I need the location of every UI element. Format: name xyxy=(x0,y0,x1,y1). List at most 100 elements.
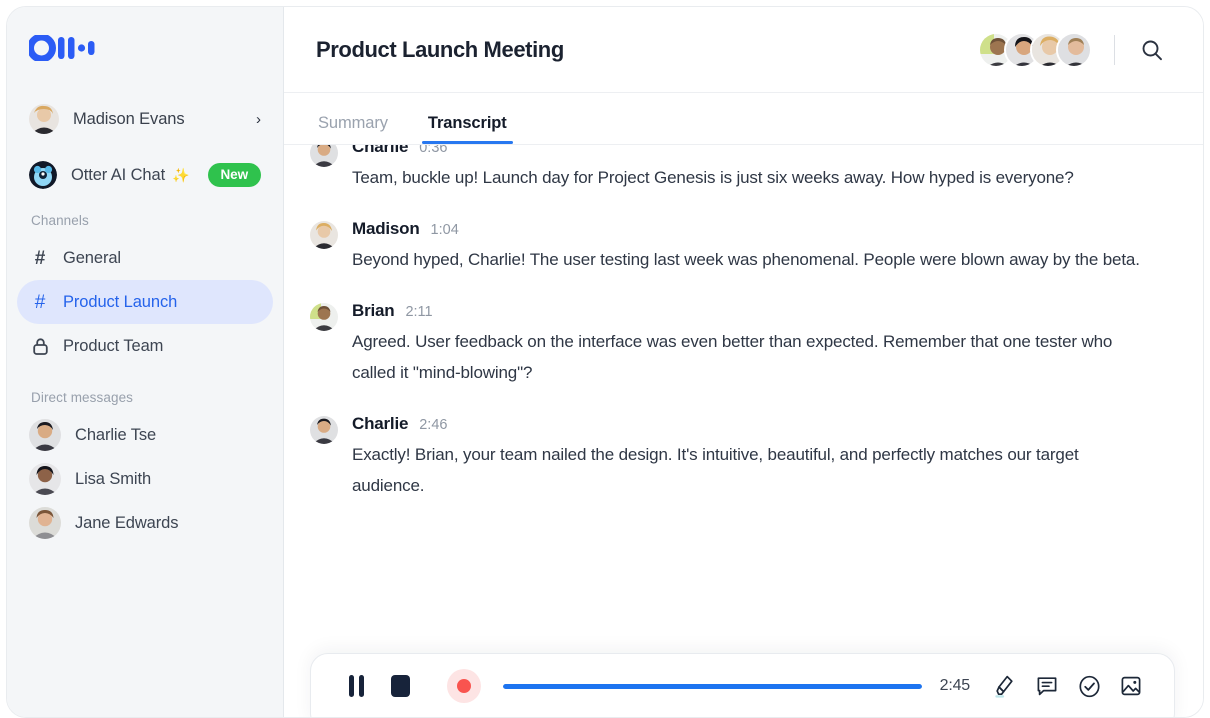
sidebar: Madison Evans › Otter AI Chat ✨ New Chan… xyxy=(7,7,284,717)
transcript-entry-head: Brian 2:11 xyxy=(352,301,1163,321)
sidebar-dm-lisa-smith[interactable]: Lisa Smith xyxy=(17,457,273,501)
app-window: Madison Evans › Otter AI Chat ✨ New Chan… xyxy=(6,6,1204,718)
check-circle-glyph xyxy=(1078,675,1100,697)
elapsed-time: 2:45 xyxy=(939,677,971,694)
avatar xyxy=(310,416,338,444)
transcript-entry-body: Charlie 2:46 Exactly! Brian, your team n… xyxy=(352,414,1163,501)
timestamp[interactable]: 0:36 xyxy=(419,145,447,156)
direct-messages-section-title: Direct messages xyxy=(31,390,134,405)
avatar-image xyxy=(310,416,338,444)
image-icon[interactable] xyxy=(1110,667,1152,705)
transcript-entry[interactable]: Charlie 0:36 Team, buckle up! Launch day… xyxy=(310,145,1163,193)
transcript-text: Agreed. User feedback on the interface w… xyxy=(352,332,1113,382)
speaker-name: Madison xyxy=(352,219,420,238)
highlight-glyph xyxy=(995,675,1013,698)
pause-button[interactable] xyxy=(341,671,371,701)
sidebar-item-product-team[interactable]: Product Team xyxy=(17,324,273,368)
speaker-name: Brian xyxy=(352,301,395,320)
pause-bar-right xyxy=(358,675,364,697)
sidebar-item-product-launch[interactable]: # Product Launch xyxy=(17,280,273,324)
sidebar-user-name: Madison Evans xyxy=(73,109,185,128)
timestamp[interactable]: 2:11 xyxy=(405,304,432,320)
header-divider xyxy=(1114,34,1115,65)
avatar-image xyxy=(29,463,61,495)
speaker-name: Charlie xyxy=(352,145,409,156)
sidebar-item-general[interactable]: # General xyxy=(17,236,273,280)
record-dot-icon xyxy=(457,679,471,693)
transcript-text: Team, buckle up! Launch day for Project … xyxy=(352,168,1074,187)
avatar xyxy=(29,104,59,134)
sidebar-dm-charlie-tse[interactable]: Charlie Tse xyxy=(17,413,273,457)
comment-glyph xyxy=(1037,677,1057,696)
sidebar-item-label: Product Launch xyxy=(63,292,178,311)
avatar xyxy=(1056,31,1092,68)
top-bar-right xyxy=(978,31,1169,68)
otter-ai-avatar xyxy=(29,161,57,189)
avatar xyxy=(29,507,61,539)
avatar-image xyxy=(310,221,338,249)
sidebar-dm-label: Jane Edwards xyxy=(75,513,179,532)
speaker-name: Charlie xyxy=(352,414,409,433)
transcript-entry[interactable]: Madison 1:04 Beyond hyped, Charlie! The … xyxy=(310,219,1163,275)
transcript-entry[interactable]: Charlie 2:46 Exactly! Brian, your team n… xyxy=(310,414,1163,501)
comment-icon[interactable] xyxy=(1026,667,1068,705)
transcript-text: Exactly! Brian, your team nailed the des… xyxy=(352,445,1079,495)
tab-summary[interactable]: Summary xyxy=(316,114,390,144)
main-content: Product Launch Meeting Summary Transcrip… xyxy=(284,7,1203,717)
tab-transcript[interactable]: Transcript xyxy=(421,114,513,144)
action-item-icon[interactable] xyxy=(1068,667,1110,705)
player-bar: 2:45 xyxy=(310,653,1175,717)
tab-bar: Summary Transcript xyxy=(284,93,1203,145)
transcript-entry-body: Brian 2:11 Agreed. User feedback on the … xyxy=(352,301,1163,388)
sidebar-item-otter-ai-chat[interactable]: Otter AI Chat ✨ New xyxy=(17,153,273,197)
stop-square-icon xyxy=(390,675,410,697)
sidebar-dm-label: Charlie Tse xyxy=(75,425,157,444)
avatar-image xyxy=(310,303,338,331)
highlight-icon[interactable] xyxy=(984,667,1026,705)
avatar xyxy=(310,221,338,249)
otter-logo xyxy=(29,35,95,61)
avatar xyxy=(310,145,338,167)
lock-icon xyxy=(29,337,51,355)
avatar-image xyxy=(1058,33,1090,66)
sidebar-item-label: General xyxy=(63,248,122,267)
channels-section-title: Channels xyxy=(31,213,89,228)
stop-button[interactable] xyxy=(385,671,415,701)
hash-icon: # xyxy=(34,247,46,269)
timestamp[interactable]: 1:04 xyxy=(431,222,459,238)
progress-fill xyxy=(503,683,922,689)
avatar xyxy=(29,463,61,495)
transcript-text: Beyond hyped, Charlie! The user testing … xyxy=(352,250,1140,269)
top-bar: Product Launch Meeting xyxy=(284,7,1203,93)
participant-avatar-stack[interactable] xyxy=(978,31,1092,68)
playback-progress-slider[interactable] xyxy=(503,677,922,695)
sidebar-item-label: Product Team xyxy=(63,336,164,355)
transcript-entry-body: Charlie 0:36 Team, buckle up! Launch day… xyxy=(352,145,1163,193)
lock-glyph xyxy=(32,337,48,355)
sidebar-dm-label: Lisa Smith xyxy=(75,469,152,488)
page-title: Product Launch Meeting xyxy=(316,36,564,62)
search-glyph xyxy=(1142,40,1162,60)
avatar-image xyxy=(310,145,338,167)
record-button[interactable] xyxy=(447,669,481,703)
transcript-entry[interactable]: Brian 2:11 Agreed. User feedback on the … xyxy=(310,301,1163,388)
search-icon[interactable] xyxy=(1135,33,1169,67)
sparkles-icon: ✨ xyxy=(172,166,190,183)
new-badge: New xyxy=(207,163,261,187)
transcript-entry-head: Charlie 2:46 xyxy=(352,414,1163,434)
timestamp[interactable]: 2:46 xyxy=(419,417,447,433)
transcript-entry-head: Madison 1:04 xyxy=(352,219,1163,239)
chevron-right-icon[interactable]: › xyxy=(256,112,261,127)
avatar-image xyxy=(29,104,59,134)
transcript-entry-head: Charlie 0:36 xyxy=(352,145,1163,157)
player-tools xyxy=(984,667,1152,705)
progress-track xyxy=(503,683,922,689)
avatar xyxy=(29,419,61,451)
avatar-image xyxy=(29,507,61,539)
transcript-list[interactable]: Charlie 0:36 Team, buckle up! Launch day… xyxy=(284,145,1203,717)
sidebar-dm-jane-edwards[interactable]: Jane Edwards xyxy=(17,501,273,545)
otter-logo-wrap[interactable] xyxy=(7,7,283,81)
image-glyph xyxy=(1121,676,1141,696)
sidebar-user-row[interactable]: Madison Evans › xyxy=(17,97,273,141)
otter-mascot-icon xyxy=(29,161,57,189)
